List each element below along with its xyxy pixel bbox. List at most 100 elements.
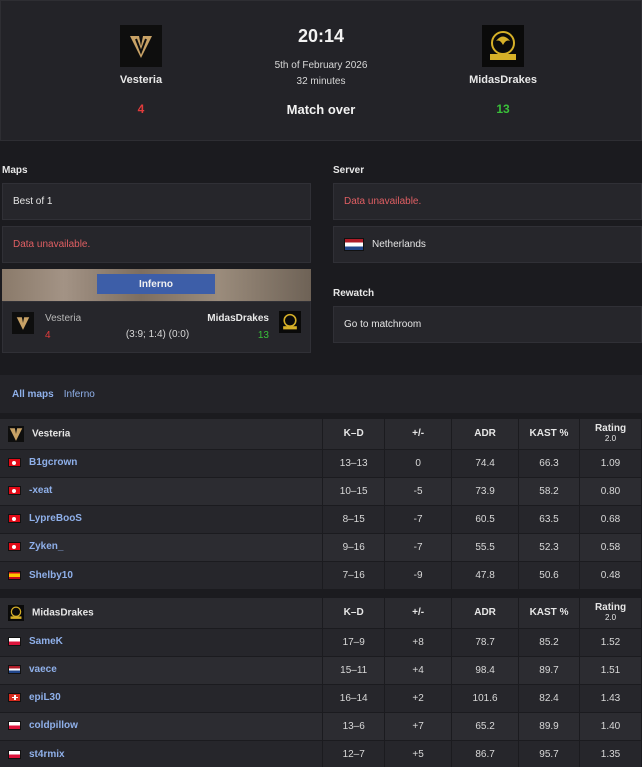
player-kast: 50.6: [518, 560, 580, 589]
midasdrakes-logo[interactable]: [482, 25, 524, 67]
player-adr: 101.6: [451, 683, 520, 712]
col-kast: KAST %: [518, 598, 580, 628]
player-adr: 60.5: [451, 504, 520, 533]
table-row: SameK 17–9 +8 78.7 85.2 1.52: [0, 627, 642, 656]
col-adr: ADR: [451, 598, 520, 628]
server-location-box: Netherlands: [333, 226, 642, 263]
maps-label: Maps: [2, 165, 28, 176]
map-result-card[interactable]: [2, 301, 311, 353]
server-label: Server: [333, 165, 365, 176]
player-kast: 95.7: [518, 739, 580, 767]
player-kd: 13–6: [322, 711, 386, 740]
rating-version: 2.0: [604, 433, 617, 443]
turkey-flag-icon: [8, 514, 21, 524]
player-plus-minus: 0: [384, 448, 453, 477]
player-kast: 82.4: [518, 683, 580, 712]
player-adr: 78.7: [451, 627, 520, 656]
player-kast: 58.2: [518, 476, 580, 505]
team1-table-name[interactable]: Vesteria: [32, 428, 70, 439]
team1-name[interactable]: Vesteria: [100, 74, 182, 86]
map-team2-logo: [279, 311, 301, 333]
player-plus-minus: -7: [384, 532, 453, 561]
rating-label: Rating: [594, 601, 627, 613]
matchroom-link-box[interactable]: Go to matchroom: [333, 306, 642, 343]
player-name[interactable]: SameK: [29, 636, 63, 647]
player-rating: 1.40: [579, 711, 642, 740]
spain-flag-icon: [8, 570, 21, 580]
col-rating: Rating 2.0: [579, 419, 642, 449]
poland-flag-icon: [8, 749, 21, 759]
best-of-box: Best of 1: [2, 183, 311, 220]
team1-table-logo: [8, 425, 24, 442]
player-name[interactable]: Shelby10: [29, 570, 73, 581]
player-plus-minus: +2: [384, 683, 453, 712]
player-rating: 1.52: [579, 627, 642, 656]
dragon-crest-icon: [283, 313, 297, 330]
vesteria-v-icon: [130, 36, 152, 58]
poland-flag-icon: [8, 721, 21, 731]
player-plus-minus: +7: [384, 711, 453, 740]
server-notice-box: Data unavailable.: [333, 183, 642, 220]
player-kd: 8–15: [322, 504, 386, 533]
tab-inferno[interactable]: Inferno: [64, 389, 95, 400]
team1-score: 4: [137, 102, 145, 116]
poland-flag-icon: [8, 637, 21, 647]
server-country: Netherlands: [372, 239, 426, 250]
player-adr: 73.9: [451, 476, 520, 505]
rating-label: Rating: [594, 422, 627, 434]
maps-notice-text: Data unavailable.: [13, 239, 91, 250]
dragon-crest-icon: [10, 606, 22, 619]
switzerland-flag-icon: [8, 693, 21, 703]
matchroom-link[interactable]: Go to matchroom: [344, 319, 421, 330]
team2-stats-table: MidasDrakes K–D +/- ADR KAST % Rating 2.0…: [0, 598, 642, 767]
team2-table-name[interactable]: MidasDrakes: [32, 607, 94, 618]
turkey-flag-icon: [8, 486, 21, 496]
player-rating: 0.48: [579, 560, 642, 589]
player-name[interactable]: st4rmix: [29, 749, 65, 760]
player-name[interactable]: LypreBooS: [29, 513, 82, 524]
player-kast: 89.9: [518, 711, 580, 740]
team2-table-logo: [8, 604, 24, 621]
map-team1-logo: [12, 312, 34, 334]
player-rating: 0.68: [579, 504, 642, 533]
player-kd: 13–13: [322, 448, 386, 477]
player-adr: 65.2: [451, 711, 520, 740]
player-kd: 9–16: [322, 532, 386, 561]
turkey-flag-icon: [8, 542, 21, 552]
player-plus-minus: +8: [384, 627, 453, 656]
match-duration: 32 minutes: [296, 76, 346, 87]
team2-header-cell: MidasDrakes: [0, 598, 324, 628]
player-plus-minus: -7: [384, 504, 453, 533]
table-row: LypreBooS 8–15 -7 60.5 63.5 0.68: [0, 504, 642, 533]
table-row: B1gcrown 13–13 0 74.4 66.3 1.09: [0, 448, 642, 477]
player-plus-minus: -9: [384, 560, 453, 589]
player-name[interactable]: B1gcrown: [29, 457, 77, 468]
col-adr: ADR: [451, 419, 520, 449]
player-rating: 0.80: [579, 476, 642, 505]
player-kast: 52.3: [518, 532, 580, 561]
server-notice-text: Data unavailable.: [344, 196, 422, 207]
player-name[interactable]: -xeat: [29, 485, 52, 496]
col-plus-minus: +/-: [384, 419, 453, 449]
col-kd: K–D: [322, 419, 386, 449]
player-kast: 66.3: [518, 448, 580, 477]
player-rating: 1.43: [579, 683, 642, 712]
player-adr: 86.7: [451, 739, 520, 767]
player-plus-minus: +5: [384, 739, 453, 767]
map-team2-name: MidasDrakes: [207, 313, 269, 324]
player-name[interactable]: Zyken_: [29, 541, 63, 552]
tab-all-maps[interactable]: All maps: [12, 389, 54, 400]
match-date: 5th of February 2026: [274, 60, 368, 71]
vesteria-logo[interactable]: [120, 25, 162, 67]
player-name[interactable]: coldpillow: [29, 720, 78, 731]
rating-version: 2.0: [604, 612, 617, 622]
player-name[interactable]: vaece: [29, 664, 57, 675]
map-team1-name: Vesteria: [45, 313, 82, 324]
player-adr: 55.5: [451, 532, 520, 561]
team2-name[interactable]: MidasDrakes: [455, 74, 551, 86]
table-row: -xeat 10–15 -5 73.9 58.2 0.80: [0, 476, 642, 505]
player-name[interactable]: epiL30: [29, 692, 61, 703]
map-name-label[interactable]: Inferno: [97, 274, 215, 294]
table-row: coldpillow 13–6 +7 65.2 89.9 1.40: [0, 711, 642, 740]
player-kast: 63.5: [518, 504, 580, 533]
